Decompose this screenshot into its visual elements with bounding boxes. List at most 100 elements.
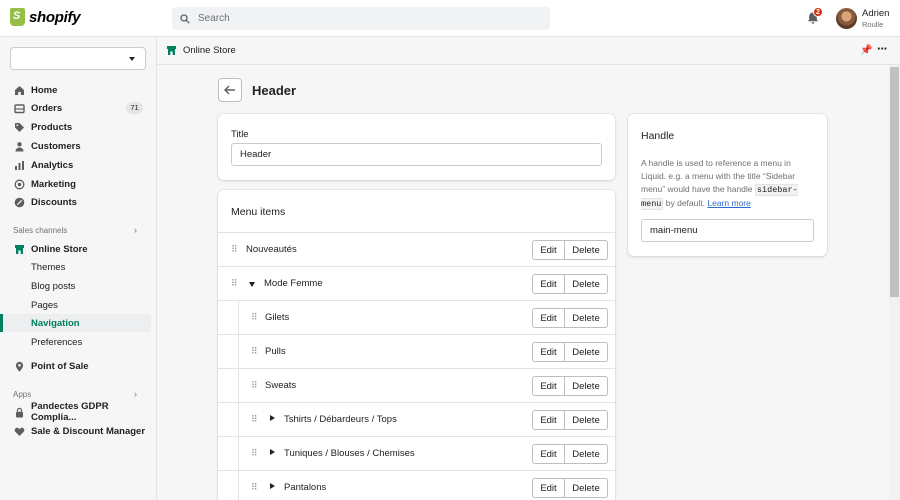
- menu-item-row[interactable]: ⠿ Gilets Edit Delete: [218, 300, 615, 335]
- delete-button[interactable]: Delete: [565, 410, 608, 430]
- menu-items-heading: Menu items: [231, 206, 286, 218]
- caret-right-icon[interactable]: [270, 415, 275, 421]
- sidebar-item-label: Orders: [31, 102, 63, 114]
- row-actions: Edit Delete: [532, 478, 608, 498]
- menu-item-label: Tshirts / Débardeurs / Tops: [284, 414, 397, 425]
- sidebar-item-pandectes-gdpr[interactable]: Pandectes GDPR Complia...: [0, 401, 151, 423]
- edit-button[interactable]: Edit: [532, 274, 565, 294]
- sidebar-item-orders[interactable]: Orders 71: [0, 99, 151, 117]
- caret-down-icon[interactable]: [249, 282, 255, 287]
- drag-handle-icon[interactable]: ⠿: [251, 347, 258, 356]
- sidebar-item-products[interactable]: Products: [0, 118, 151, 136]
- handle-description: A handle is used to reference a menu in …: [641, 157, 816, 211]
- pin-icon[interactable]: 📌: [860, 45, 872, 56]
- sidebar-subitem-pages[interactable]: Pages: [0, 296, 151, 314]
- handle-heading: Handle: [641, 130, 675, 142]
- sidebar-item-home[interactable]: Home: [0, 81, 151, 99]
- menu-item-row[interactable]: ⠿ Sweats Edit Delete: [218, 368, 615, 403]
- sidebar-item-discounts[interactable]: Discounts: [0, 193, 151, 211]
- nesting-divider: [238, 437, 239, 471]
- edit-button[interactable]: Edit: [532, 376, 565, 396]
- drag-handle-icon[interactable]: ⠿: [251, 483, 258, 492]
- scrollbar-thumb[interactable]: [890, 67, 899, 297]
- sidebar-item-label: Marketing: [31, 178, 76, 190]
- menu-item-row[interactable]: ⠿ Pulls Edit Delete: [218, 334, 615, 369]
- user-subtitle: Roulle: [862, 20, 884, 29]
- store-icon: [14, 244, 25, 255]
- delete-button[interactable]: Delete: [565, 478, 608, 498]
- sidebar-item-point-of-sale[interactable]: Point of Sale: [0, 357, 151, 375]
- title-input[interactable]: Header: [231, 143, 602, 166]
- search-placeholder: Search: [198, 13, 230, 24]
- shopify-logo[interactable]: shopify: [10, 8, 81, 26]
- search-input[interactable]: Search: [172, 7, 550, 30]
- sidebar-item-customers[interactable]: Customers: [0, 137, 151, 155]
- drag-handle-icon[interactable]: ⠿: [231, 245, 238, 254]
- sidebar-item-analytics[interactable]: Analytics: [0, 156, 151, 174]
- edit-button[interactable]: Edit: [532, 308, 565, 328]
- delete-button[interactable]: Delete: [565, 444, 608, 464]
- menu-item-label: Tuniques / Blouses / Chemises: [284, 448, 415, 459]
- lock-icon: [14, 407, 25, 418]
- edit-button[interactable]: Edit: [532, 342, 565, 362]
- sidebar-item-label: Pandectes GDPR Complia...: [31, 401, 109, 423]
- sidebar-subitem-label: Themes: [31, 261, 66, 273]
- drag-handle-icon[interactable]: ⠿: [251, 313, 258, 322]
- menu-item-label: Sweats: [265, 380, 297, 391]
- user-name[interactable]: Adrien: [862, 8, 889, 19]
- orders-icon: [14, 103, 25, 114]
- delete-button[interactable]: Delete: [565, 376, 608, 396]
- chevron-right-icon[interactable]: ›: [134, 225, 137, 235]
- sidebar-item-label: Home: [31, 84, 58, 96]
- caret-right-icon[interactable]: [270, 449, 275, 455]
- edit-button[interactable]: Edit: [532, 410, 565, 430]
- drag-handle-icon[interactable]: ⠿: [251, 449, 258, 458]
- title-label: Title: [231, 129, 249, 140]
- sidebar-item-sale-discount-manager[interactable]: Sale & Discount Manager: [0, 422, 151, 440]
- menu-item-label: Pantalons: [284, 482, 327, 493]
- nesting-divider: [238, 369, 239, 403]
- more-actions-icon[interactable]: ···: [877, 41, 888, 56]
- edit-button[interactable]: Edit: [532, 240, 565, 260]
- sidebar-subitem-preferences[interactable]: Preferences: [0, 333, 151, 351]
- delete-button[interactable]: Delete: [565, 342, 608, 362]
- avatar[interactable]: [836, 8, 857, 29]
- row-actions: Edit Delete: [532, 308, 608, 328]
- sidebar-subitem-themes[interactable]: Themes: [0, 258, 151, 276]
- menu-item-row[interactable]: ⠿ Mode Femme Edit Delete: [218, 266, 615, 300]
- delete-button[interactable]: Delete: [565, 240, 608, 260]
- learn-more-link[interactable]: Learn more: [707, 198, 750, 208]
- menu-item-row[interactable]: ⠿ Tshirts / Débardeurs / Tops Edit Delet…: [218, 402, 615, 437]
- delete-button[interactable]: Delete: [565, 308, 608, 328]
- drag-handle-icon[interactable]: ⠿: [231, 279, 238, 288]
- drag-handle-icon[interactable]: ⠿: [251, 415, 258, 424]
- row-actions: Edit Delete: [532, 240, 608, 260]
- nesting-divider: [238, 471, 239, 500]
- back-button[interactable]: [218, 78, 242, 102]
- arrow-left-icon: [224, 85, 235, 95]
- sidebar-item-online-store[interactable]: Online Store: [0, 240, 151, 258]
- nesting-divider: [238, 335, 239, 369]
- sidebar-subitem-blog-posts[interactable]: Blog posts: [0, 277, 151, 295]
- menu-item-row[interactable]: ⠿ Tuniques / Blouses / Chemises Edit Del…: [218, 436, 615, 471]
- sidebar-item-label: Sale & Discount Manager: [31, 425, 146, 437]
- sales-channels-heading: Sales channels: [13, 226, 68, 235]
- chevron-right-icon[interactable]: ›: [134, 389, 137, 399]
- edit-button[interactable]: Edit: [532, 444, 565, 464]
- drag-handle-icon[interactable]: ⠿: [251, 381, 258, 390]
- shopify-bag-icon: [10, 8, 25, 26]
- delete-button[interactable]: Delete: [565, 274, 608, 294]
- handle-input[interactable]: main-menu: [641, 219, 814, 242]
- caret-right-icon[interactable]: [270, 483, 275, 489]
- breadcrumb-label[interactable]: Online Store: [183, 45, 236, 56]
- menu-item-row[interactable]: ⠿ Nouveautés Edit Delete: [218, 232, 615, 266]
- store-select[interactable]: [10, 47, 146, 70]
- menu-item-label: Nouveautés: [246, 244, 297, 255]
- sidebar-subitem-navigation[interactable]: Navigation: [0, 314, 151, 332]
- tag-icon: [14, 122, 25, 133]
- home-icon: [14, 85, 25, 96]
- menu-item-row[interactable]: ⠿ Pantalons Edit Delete: [218, 470, 615, 500]
- sidebar-item-marketing[interactable]: Marketing: [0, 175, 151, 193]
- edit-button[interactable]: Edit: [532, 478, 565, 498]
- chevron-down-icon: [129, 57, 135, 61]
